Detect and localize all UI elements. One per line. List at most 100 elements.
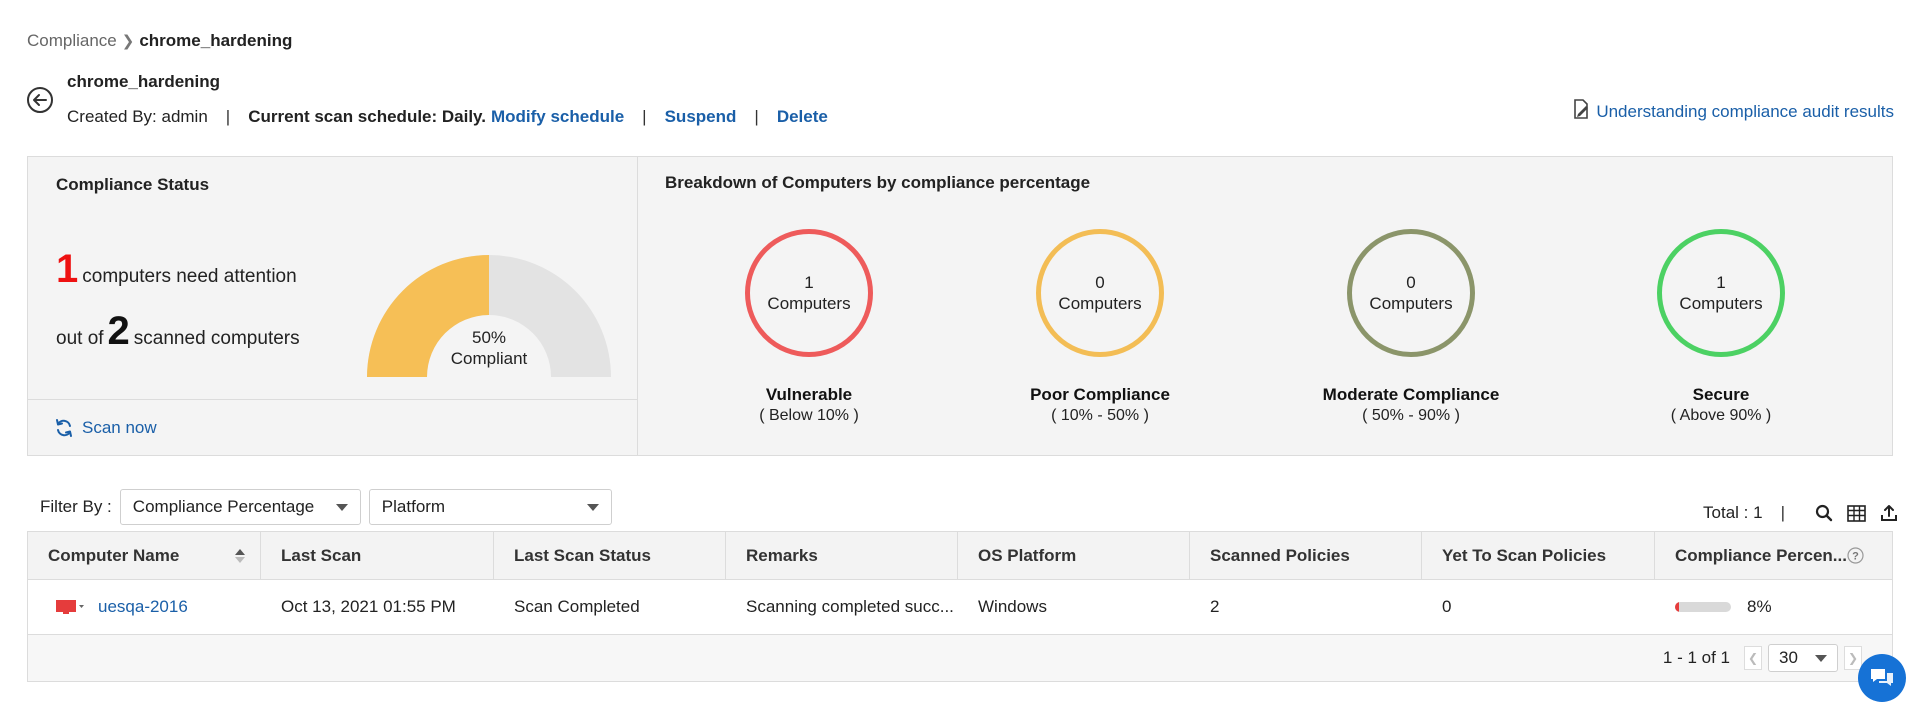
cell-last-scan: Oct 13, 2021 01:55 PM — [281, 597, 456, 616]
ring-vulnerable[interactable]: 1 Computers Vulnerable ( Below 10% ) — [709, 229, 909, 425]
divider: | — [225, 107, 231, 126]
platform-filter[interactable]: Platform — [368, 489, 612, 525]
column-header-last-scan[interactable]: Last Scan — [261, 532, 494, 579]
gauge-percent: 50% — [471, 328, 507, 347]
compliance-value: 8% — [1747, 597, 1772, 616]
gauge-label: 50% Compliant — [364, 327, 614, 369]
attention-count: 1 — [56, 247, 79, 291]
column-header-remarks[interactable]: Remarks — [726, 532, 958, 579]
ring-label: Vulnerable — [765, 385, 853, 404]
column-header-last-scan-status[interactable]: Last Scan Status — [494, 532, 726, 579]
table-tools: Total : 1 | — [1703, 503, 1898, 523]
monitor-icon[interactable] — [56, 599, 86, 615]
search-button[interactable] — [1815, 504, 1833, 522]
column-chooser-button[interactable] — [1847, 504, 1866, 522]
summary-panel: Compliance Status 1 computers need atten… — [27, 156, 1893, 456]
filter-label: Filter By : — [40, 497, 112, 516]
ring-moderate-compliance[interactable]: 0 Computers Moderate Compliance ( 50% - … — [1311, 229, 1511, 425]
delete-link[interactable]: Delete — [777, 107, 828, 127]
divider: | — [642, 107, 647, 126]
ring-poor-compliance[interactable]: 0 Computers Poor Compliance ( 10% - 50% … — [1000, 229, 1200, 425]
prev-page-button[interactable]: ❮ — [1744, 646, 1762, 670]
scanned-count: 2 — [107, 309, 130, 353]
understanding-results-link[interactable]: Understanding compliance audit results — [1572, 99, 1894, 124]
chevron-right-icon: ❯ — [121, 33, 135, 50]
compliance-status-panel: Compliance Status 1 computers need atten… — [28, 157, 638, 455]
compliance-filter-value: Compliance Percentage — [132, 497, 315, 516]
ring-unit: Computers — [1058, 294, 1142, 313]
compliance-status-title: Compliance Status — [56, 175, 210, 194]
export-button[interactable] — [1880, 504, 1898, 522]
understanding-results-label: Understanding compliance audit results — [1596, 101, 1894, 121]
filter-bar: Filter By : Compliance Percentage Platfo… — [40, 489, 612, 525]
next-page-button[interactable]: ❯ — [1844, 646, 1862, 670]
back-arrow-icon — [33, 94, 47, 106]
column-header-yet-to-scan[interactable]: Yet To Scan Policies — [1422, 532, 1655, 579]
export-icon — [1881, 505, 1897, 521]
sort-icon[interactable] — [234, 547, 246, 565]
scan-schedule: Current scan schedule: Daily. — [248, 107, 486, 126]
column-header-computer-name[interactable]: Computer Name — [28, 532, 261, 579]
page-size-select[interactable]: 30 — [1768, 644, 1838, 672]
attention-summary: 1 computers need attention — [56, 247, 297, 292]
compliance-progress-bar — [1675, 602, 1731, 612]
back-button[interactable] — [27, 87, 53, 113]
caret-down-icon — [586, 503, 599, 511]
column-header-scanned-policies[interactable]: Scanned Policies — [1190, 532, 1422, 579]
column-header-label: Last Scan Status — [514, 545, 651, 565]
table-columns-icon — [1847, 504, 1866, 522]
header-meta: Created By: admin | Current scan schedul… — [67, 107, 828, 127]
modify-schedule-link[interactable]: Modify schedule — [491, 107, 624, 127]
ring-range: ( Below 10% ) — [759, 407, 859, 424]
computers-table: Computer Name Last Scan Last Scan Status… — [27, 531, 1893, 682]
ring-label: Moderate Compliance — [1322, 385, 1500, 404]
breakdown-panel: Breakdown of Computers by compliance per… — [638, 157, 1892, 455]
ring-circle: 0 Computers — [1036, 229, 1164, 357]
ring-count: 1 — [804, 273, 814, 292]
cell-remarks: Scanning completed succ... — [746, 597, 954, 616]
cell-scanned-policies: 2 — [1210, 597, 1220, 616]
breadcrumb-compliance[interactable]: Compliance — [27, 31, 117, 51]
cell-compliance-percentage: 8% — [1655, 580, 1892, 634]
caret-down-icon — [1815, 654, 1827, 662]
gauge-caption: Compliant — [450, 349, 528, 368]
breadcrumb: Compliance ❯ chrome_hardening — [27, 31, 292, 51]
scan-now-label: Scan now — [82, 417, 157, 437]
compliance-percentage-filter[interactable]: Compliance Percentage — [119, 489, 361, 525]
column-header-label: OS Platform — [978, 545, 1077, 565]
ring-unit: Computers — [1679, 294, 1763, 313]
help-circle-icon[interactable]: ? — [1847, 547, 1864, 564]
breakdown-title: Breakdown of Computers by compliance per… — [665, 173, 1091, 192]
breadcrumb-current: chrome_hardening — [139, 31, 293, 50]
search-icon — [1815, 504, 1833, 522]
created-by: Created By: admin — [67, 107, 208, 126]
svg-text:?: ? — [1852, 551, 1859, 563]
ring-range: ( 10% - 50% ) — [1051, 407, 1149, 424]
refresh-icon — [56, 418, 72, 437]
caret-down-icon — [335, 503, 348, 511]
total-count: Total : 1 — [1703, 503, 1763, 522]
column-header-compliance-percentage[interactable]: Compliance Percen... ? — [1655, 532, 1892, 579]
divider: | — [754, 107, 759, 126]
column-header-label: Computer Name — [48, 545, 180, 565]
divider: | — [1780, 503, 1785, 522]
ring-circle: 1 Computers — [745, 229, 873, 357]
pagination-range: 1 - 1 of 1 — [1662, 648, 1730, 667]
scanned-summary: out of 2 scanned computers — [56, 309, 300, 354]
ring-unit: Computers — [1369, 294, 1453, 313]
document-edit-icon — [1572, 99, 1590, 124]
platform-filter-value: Platform — [381, 497, 446, 516]
column-header-os-platform[interactable]: OS Platform — [958, 532, 1190, 579]
table-header: Computer Name Last Scan Last Scan Status… — [28, 532, 1892, 580]
chat-button[interactable] — [1858, 654, 1906, 702]
suspend-link[interactable]: Suspend — [665, 107, 737, 127]
page-size-value: 30 — [1779, 648, 1798, 667]
table-row[interactable]: uesqa-2016 Oct 13, 2021 01:55 PM Scan Co… — [28, 580, 1892, 635]
cell-computer-name: uesqa-2016 — [28, 580, 261, 634]
ring-secure[interactable]: 1 Computers Secure ( Above 90% ) — [1621, 229, 1821, 425]
scan-now-button[interactable]: Scan now — [28, 399, 637, 455]
ring-range: ( 50% - 90% ) — [1362, 407, 1460, 424]
ring-circle: 0 Computers — [1347, 229, 1475, 357]
computer-name-link[interactable]: uesqa-2016 — [98, 597, 188, 617]
column-header-label: Last Scan — [281, 545, 362, 565]
